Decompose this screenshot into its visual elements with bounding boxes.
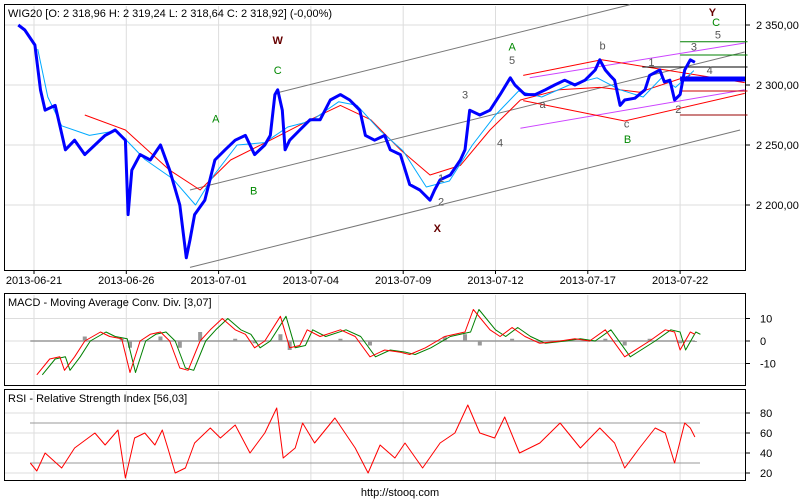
x-tick-label: 2013-06-21 <box>6 275 62 287</box>
wave-label: 3 <box>462 90 468 102</box>
y-tick-label: 80 <box>760 408 772 420</box>
wave-label: C <box>274 65 282 77</box>
price-panel-frame <box>4 4 746 271</box>
x-tick-label: 2013-07-04 <box>283 275 339 287</box>
y-tick-label: 2 200,00 <box>756 200 799 212</box>
macd-histogram-bar <box>477 341 482 346</box>
wave-label: b <box>600 40 606 52</box>
y-tick-label: 40 <box>760 448 772 460</box>
wave-label: 1 <box>438 173 444 185</box>
x-tick-label: 2013-07-22 <box>652 275 708 287</box>
macd-histogram-bar <box>463 334 468 341</box>
wave-label: 1 <box>648 57 654 69</box>
y-tick-label: 60 <box>760 428 772 440</box>
x-tick-label: 2013-07-01 <box>190 275 246 287</box>
x-tick-label: 2013-07-09 <box>375 275 431 287</box>
wave-label: 2 <box>438 196 444 208</box>
wave-label: 5 <box>509 55 515 67</box>
y-tick-label: 10 <box>760 314 772 326</box>
macd-histogram-bar <box>678 341 683 344</box>
wave-label: B <box>624 134 631 146</box>
y-tick-label: 20 <box>760 468 772 480</box>
macd-histogram-bar <box>510 338 515 341</box>
y-tick-label: 2 350,00 <box>756 20 799 32</box>
wave-label: a <box>540 99 547 111</box>
y-tick-label: -10 <box>760 359 776 371</box>
macd-histogram-bar <box>177 341 182 348</box>
macd-histogram-bar <box>278 334 283 341</box>
footer-link[interactable]: http://stooq.com <box>361 487 439 499</box>
wave-label: B <box>250 186 257 198</box>
macd-histogram-bar <box>603 338 608 341</box>
wave-label: 2 <box>675 104 681 116</box>
price-panel-title: WIG20 [O: 2 318,96 H: 2 319,24 L: 2 318,… <box>8 8 332 20</box>
wave-label: 4 <box>497 138 503 150</box>
wave-label: c <box>624 118 630 130</box>
price-panel: WCABA534abcB12345CYX12 WIG20 [O: 2 318,9… <box>4 4 799 287</box>
wave-label: 4 <box>707 65 713 77</box>
wave-label: 3 <box>691 42 697 54</box>
wave-label: W <box>272 35 283 47</box>
rsi-panel-title: RSI - Relative Strength Index [56,03] <box>8 393 187 405</box>
macd-histogram-bar <box>338 338 343 341</box>
wave-label: A <box>212 114 220 126</box>
x-tick-label: 2013-06-26 <box>98 275 154 287</box>
x-tick-label: 2013-07-17 <box>560 275 616 287</box>
stock-chart: WCABA534abcB12345CYX12 WIG20 [O: 2 318,9… <box>4 4 799 499</box>
x-tick-label: 2013-07-12 <box>467 275 523 287</box>
macd-histogram-bar <box>622 341 627 346</box>
macd-panel-title: MACD - Moving Average Conv. Div. [3,07] <box>8 297 212 309</box>
wave-label: 5 <box>715 30 721 42</box>
macd-histogram-bar <box>692 341 697 342</box>
y-tick-label: 0 <box>760 336 766 348</box>
y-tick-label: 2 300,00 <box>756 80 799 92</box>
y-tick-label: 2 250,00 <box>756 140 799 152</box>
macd-histogram-bar <box>367 341 372 346</box>
macd-histogram-bar <box>233 338 238 341</box>
macd-histogram-bar <box>158 336 163 341</box>
wave-label: Y <box>709 7 717 19</box>
macd-panel: MACD - Moving Average Conv. Div. [3,07] … <box>4 293 776 386</box>
rsi-panel: RSI - Relative Strength Index [56,03] 20… <box>4 389 772 481</box>
wave-label: A <box>508 42 516 54</box>
wave-label: X <box>434 223 442 235</box>
